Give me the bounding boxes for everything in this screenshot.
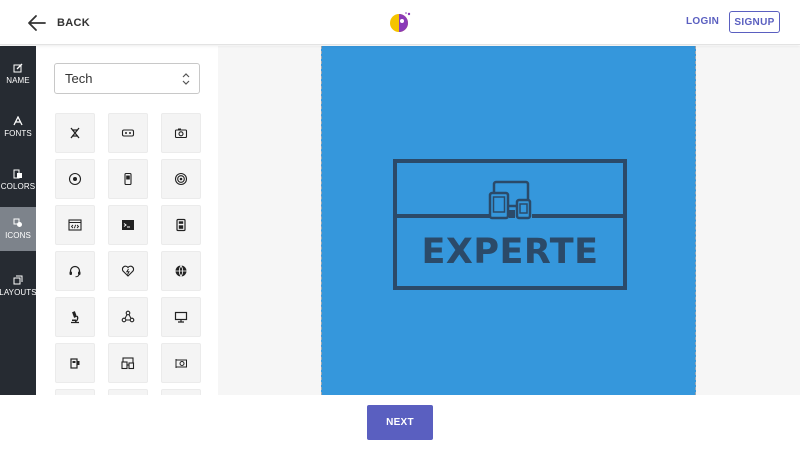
logo-canvas[interactable]: EXPERTE — [321, 46, 696, 395]
globe-icon-tile[interactable] — [161, 251, 201, 291]
vr-headset-icon — [121, 129, 135, 137]
sidebar-item-colors[interactable]: COLORS — [0, 158, 36, 202]
calculator-icon-tile[interactable] — [161, 205, 201, 245]
monitor-icon — [174, 311, 188, 323]
brand-logo-icon[interactable] — [389, 11, 413, 33]
devices-icon — [488, 180, 532, 220]
sidebar-item-label: COLORS — [0, 182, 36, 191]
monitor-icon-tile[interactable] — [161, 297, 201, 337]
sidebar-item-icons[interactable]: ICONS — [0, 207, 36, 251]
editor-sidebar: NAME FONTS COLORS ICONS LAYOUTS — [0, 46, 37, 395]
back-button[interactable]: BACK — [27, 12, 90, 34]
devices-icon — [121, 357, 135, 370]
next-button[interactable]: NEXT — [367, 405, 433, 440]
code-window-icon — [68, 219, 82, 231]
wireless-signal-icon — [174, 172, 188, 186]
icon-panel: Tech — [36, 46, 218, 395]
devices-icon-tile[interactable] — [108, 343, 148, 383]
headset-icon-tile[interactable] — [55, 251, 95, 291]
heart-bolt-icon-tile[interactable] — [108, 251, 148, 291]
sidebar-item-label: LAYOUTS — [0, 288, 37, 297]
layout-icon — [13, 275, 23, 285]
edit-icon — [13, 63, 23, 73]
terminal-icon-tile[interactable] — [108, 205, 148, 245]
shapes-icon — [13, 218, 22, 227]
terminal-icon — [122, 220, 134, 230]
icon-category-select[interactable]: Tech — [54, 63, 200, 94]
back-label: BACK — [57, 17, 90, 29]
usb-device-icon-tile[interactable] — [55, 343, 95, 383]
top-header: BACK LOGIN SIGNUP — [0, 0, 800, 45]
sidebar-item-label: ICONS — [5, 231, 31, 240]
dna-icon — [70, 127, 80, 139]
heart-bolt-icon — [121, 265, 135, 277]
palette-icon — [13, 169, 22, 179]
cd-disc-icon-tile[interactable] — [55, 159, 95, 199]
network-nodes-icon — [121, 310, 135, 323]
sidebar-item-name[interactable]: NAME — [0, 52, 36, 96]
sidebar-item-fonts[interactable]: FONTS — [0, 105, 36, 149]
calculator-icon — [176, 218, 186, 232]
graphics-card-icon — [175, 359, 187, 368]
font-icon — [13, 116, 23, 126]
footer-bar: NEXT — [0, 395, 800, 450]
login-link[interactable]: LOGIN — [686, 16, 719, 27]
sidebar-item-label: FONTS — [4, 129, 32, 138]
dna-icon-tile[interactable] — [55, 113, 95, 153]
microscope-icon — [71, 311, 79, 324]
globe-icon — [175, 265, 187, 277]
camera-icon-tile[interactable] — [161, 113, 201, 153]
mobile-phone-icon-tile[interactable] — [108, 159, 148, 199]
sidebar-item-label: NAME — [6, 76, 30, 85]
code-window-icon-tile[interactable] — [55, 205, 95, 245]
usb-device-icon — [70, 358, 80, 369]
headset-icon — [69, 265, 81, 278]
wireless-signal-icon-tile[interactable] — [161, 159, 201, 199]
cd-disc-icon — [68, 172, 82, 186]
arrow-left-icon — [28, 15, 46, 31]
sort-arrows-icon — [182, 73, 190, 85]
network-nodes-icon-tile[interactable] — [108, 297, 148, 337]
graphics-card-icon-tile[interactable] — [161, 343, 201, 383]
logo-text[interactable]: EXPERTE — [397, 235, 623, 270]
canvas-area: EXPERTE — [218, 46, 800, 395]
microscope-icon-tile[interactable] — [55, 297, 95, 337]
logo-frame: EXPERTE — [393, 159, 627, 290]
camera-icon — [174, 128, 188, 139]
mobile-phone-icon — [124, 172, 132, 186]
vr-headset-icon-tile[interactable] — [108, 113, 148, 153]
icon-category-value: Tech — [65, 71, 93, 86]
signup-button[interactable]: SIGNUP — [729, 11, 780, 33]
sidebar-item-layouts[interactable]: LAYOUTS — [0, 264, 37, 308]
